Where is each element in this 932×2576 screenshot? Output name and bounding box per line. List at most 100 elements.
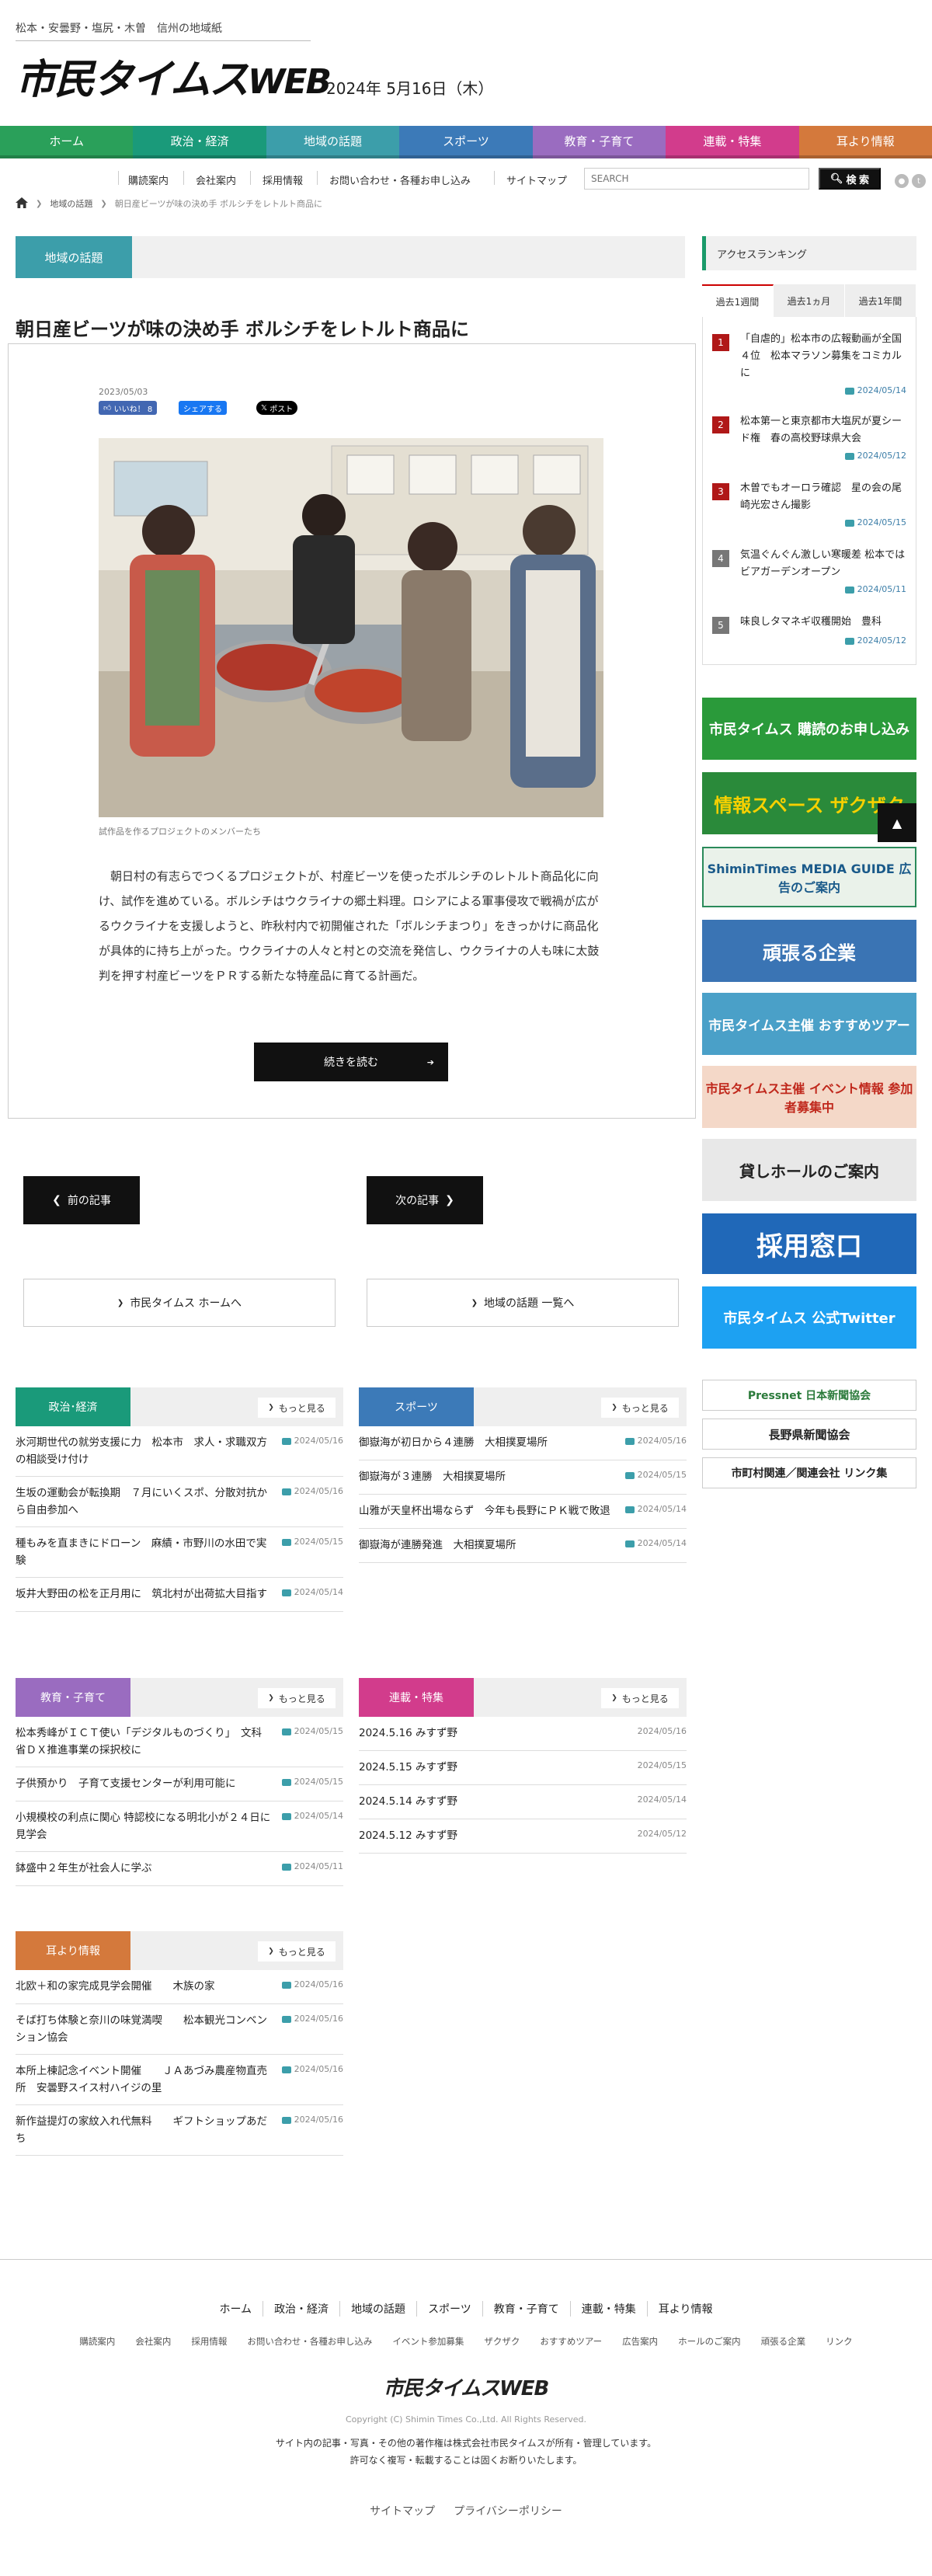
facebook-like-button[interactable]: 👍︎ いいね！ 8	[99, 401, 158, 415]
banner-links[interactable]: 市町村関連／関連会社 リンク集	[702, 1457, 916, 1488]
list-item[interactable]: 鉢盛中２年生が社会人に学ぶ 2024/05/11	[16, 1852, 343, 1886]
list-item[interactable]: 山雅が天皇杯出場ならず 今年も長野にＰＫ戦で敗退 2024/05/14	[359, 1495, 687, 1529]
facebook-share-button[interactable]: シェアする	[179, 401, 227, 415]
list-item[interactable]: 本所上棟記念イベント開催 ＪＡあづみ農産物直売所 安曇野スイス村ハイジの里 202…	[16, 2055, 343, 2105]
x-post-button[interactable]: 𝕏 ポスト	[256, 401, 298, 415]
footer-link[interactable]: リンク	[826, 2335, 853, 2348]
banner-nagano-press[interactable]: 長野県新聞協会	[702, 1419, 916, 1450]
list-item[interactable]: 坂井大野田の松を正月用に 筑北村が出荷拡大目指す 2024/05/14	[16, 1578, 343, 1612]
list-item[interactable]: 松本秀峰がＩＣＴ使い「デジタルものづくり」 文科省ＤＸ推進事業の採択校に 2024…	[16, 1717, 343, 1767]
search-input[interactable]	[584, 168, 809, 190]
util-divider	[183, 171, 184, 185]
banner-hall[interactable]: 貸しホールのご案内	[702, 1139, 916, 1201]
footer-link[interactable]: ホールのご案内	[678, 2335, 741, 2348]
banner-pressnet[interactable]: Pressnet 日本新聞協会	[702, 1380, 916, 1411]
more-button[interactable]: ❯ もっと見る	[258, 1688, 336, 1708]
nav-tab-home[interactable]: ホーム	[0, 126, 134, 158]
rss-icon[interactable]: ●	[895, 174, 909, 188]
ranking-item[interactable]: 4 気温ぐんぐん激しい寒暖差 松本ではビアガーデンオープン 2024/05/11	[712, 547, 906, 601]
footer-nav-politics[interactable]: 政治・経済	[263, 2301, 339, 2317]
camera-icon	[624, 1437, 635, 1445]
footer-nav-local[interactable]: 地域の話題	[339, 2301, 416, 2317]
list-item[interactable]: 御嶽海が連勝発進 大相撲夏場所 2024/05/14	[359, 1529, 687, 1563]
chevron-up-icon: ▲	[892, 815, 902, 830]
banner-event[interactable]: 市民タイムス主催 イベント情報 参加者募集中	[702, 1066, 916, 1128]
nav-tab-local[interactable]: 地域の話題	[266, 126, 400, 158]
next-article-button[interactable]: 次の記事 ❯	[367, 1176, 483, 1224]
prev-article-button[interactable]: ❮ 前の記事	[23, 1176, 140, 1224]
list-item[interactable]: 種もみを直まきにドローン 麻績・市野川の水田で実験 2024/05/15	[16, 1527, 343, 1578]
list-item[interactable]: 新作益提灯の家紋入れ代無料 ギフトショップあだち 2024/05/16	[16, 2105, 343, 2156]
footer-link[interactable]: おすすめツアー	[540, 2335, 602, 2348]
next-article-label: 次の記事	[395, 1195, 440, 1207]
site-logo[interactable]: 市民タイムスWEB	[16, 47, 332, 105]
copyright: Copyright (C) Shimin Times Co.,Ltd. All …	[345, 2414, 587, 2425]
util-link-sitemap[interactable]: サイトマップ	[506, 172, 567, 187]
footer-nav-home[interactable]: ホーム	[208, 2301, 263, 2317]
ranking-item[interactable]: 3 木曽でもオーロラ確認 星の会の尾崎光宏さん撮影 2024/05/15	[712, 480, 906, 534]
util-link-recruit[interactable]: 採用情報	[263, 172, 303, 187]
camera-icon	[281, 2116, 291, 2124]
twitter-icon[interactable]: t	[912, 174, 926, 188]
more-button[interactable]: ❯ もっと見る	[601, 1398, 679, 1418]
banner-recruit[interactable]: 採用窓口	[702, 1213, 916, 1274]
list-item[interactable]: 子供預かり 子育て支援センターが利用可能に 2024/05/15	[16, 1767, 343, 1801]
ranking-item[interactable]: 5 味良しタマネギ収穫開始 豊科 2024/05/12	[712, 614, 906, 653]
more-button[interactable]: ❯ もっと見る	[601, 1688, 679, 1708]
footer-link[interactable]: 購読案内	[79, 2335, 115, 2348]
banner-companies[interactable]: 頑張る企業	[702, 920, 916, 982]
footer-link[interactable]: 広告案内	[622, 2335, 658, 2348]
footer-link[interactable]: 頑張る企業	[761, 2335, 806, 2348]
list-item[interactable]: 小規模校の利点に関心 特認校になる明北小が２４日に見学会 2024/05/14	[16, 1801, 343, 1852]
item-date: 2024/05/15	[281, 1777, 343, 1787]
nav-tab-series[interactable]: 連載・特集	[666, 126, 799, 158]
list-item[interactable]: そば打ち体験と奈川の味覚満喫 松本観光コンベンション協会 2024/05/16	[16, 2004, 343, 2055]
list-item[interactable]: 生坂の運動会が転換期 ７月にいくスポ、分散対抗から自由参加へ 2024/05/16	[16, 1477, 343, 1527]
footer-nav-info[interactable]: 耳より情報	[646, 2301, 724, 2317]
nav-tab-politics[interactable]: 政治・経済	[133, 126, 266, 158]
list-item[interactable]: 氷河期世代の就労支援に力 松本市 求人・求職双方の相談受け付け 2024/05/1…	[16, 1426, 343, 1477]
util-link-company[interactable]: 会社案内	[196, 172, 236, 187]
more-button[interactable]: ❯ もっと見る	[258, 1398, 336, 1418]
banner-twitter[interactable]: 市民タイムス 公式Twitter	[702, 1286, 916, 1349]
list-item[interactable]: 御嶽海が３連勝 大相撲夏場所 2024/05/15	[359, 1460, 687, 1495]
nav-tab-sports[interactable]: スポーツ	[399, 126, 533, 158]
util-link-contact[interactable]: お問い合わせ・各種お申し込み	[329, 172, 471, 187]
list-item[interactable]: 2024.5.15 みすず野 2024/05/15	[359, 1751, 687, 1785]
footer-logo[interactable]: 市民タイムスWEB	[0, 2372, 932, 2401]
read-more-button[interactable]: 続きを読む ➔	[254, 1043, 448, 1081]
search-button[interactable]: 🔍︎ 検 索	[819, 168, 881, 190]
banner-tour[interactable]: 市民タイムス主催 おすすめツアー	[702, 993, 916, 1055]
footer-privacy-link[interactable]: プライバシーポリシー	[454, 2503, 562, 2519]
footer-link[interactable]: イベント参加募集	[392, 2335, 464, 2348]
util-link-subscribe[interactable]: 購読案内	[128, 172, 169, 187]
footer-link[interactable]: お問い合わせ・各種お申し込み	[247, 2335, 372, 2348]
scroll-to-top-button[interactable]: ▲	[878, 803, 916, 842]
breadcrumb-link-category[interactable]: 地域の話題	[50, 197, 92, 210]
ranking-item[interactable]: 1 「自虐的」松本市の広報動画が全国４位 松本マラソン募集をコミカルに 2024…	[712, 331, 906, 401]
footer-sitemap-link[interactable]: サイトマップ	[370, 2503, 435, 2519]
list-item[interactable]: 御嶽海が初日から４連勝 大相撲夏場所 2024/05/16	[359, 1426, 687, 1460]
footer-link[interactable]: ザクザク	[484, 2335, 520, 2348]
list-item[interactable]: 2024.5.16 みすず野 2024/05/16	[359, 1717, 687, 1751]
footer-link[interactable]: 採用情報	[191, 2335, 227, 2348]
list-item[interactable]: 北欧＋和の家完成見学会開催 木族の家 2024/05/16	[16, 1970, 343, 2004]
nav-tab-info[interactable]: 耳より情報	[798, 126, 932, 158]
nav-tab-education[interactable]: 教育・子育て	[532, 126, 666, 158]
footer-nav-education[interactable]: 教育・子育て	[482, 2301, 570, 2317]
link-category-list[interactable]: ❯ 地域の話題 一覧へ	[367, 1279, 679, 1327]
more-button[interactable]: ❯ もっと見る	[258, 1941, 336, 1962]
footer-link[interactable]: 会社案内	[135, 2335, 171, 2348]
list-item[interactable]: 2024.5.12 みすず野 2024/05/12	[359, 1819, 687, 1854]
tab-week[interactable]: 過去1週間	[702, 284, 774, 317]
footer-nav-sports[interactable]: スポーツ	[416, 2301, 482, 2317]
tab-year[interactable]: 過去1年間	[845, 284, 916, 317]
home-icon[interactable]	[16, 197, 28, 211]
banner-subscribe[interactable]: 市民タイムス 購読のお申し込み	[702, 698, 916, 760]
footer-nav-series[interactable]: 連載・特集	[569, 2301, 647, 2317]
banner-media-guide[interactable]: ShiminTimes MEDIA GUIDE 広告のご案内	[702, 847, 916, 907]
ranking-item[interactable]: 2 松本第一と東京都市大塩尻が夏シード権 春の高校野球県大会 2024/05/1…	[712, 413, 906, 468]
link-home[interactable]: ❯ 市民タイムス ホームへ	[23, 1279, 336, 1327]
list-item[interactable]: 2024.5.14 みすず野 2024/05/14	[359, 1785, 687, 1819]
tab-month[interactable]: 過去1ヵ月	[774, 284, 845, 317]
